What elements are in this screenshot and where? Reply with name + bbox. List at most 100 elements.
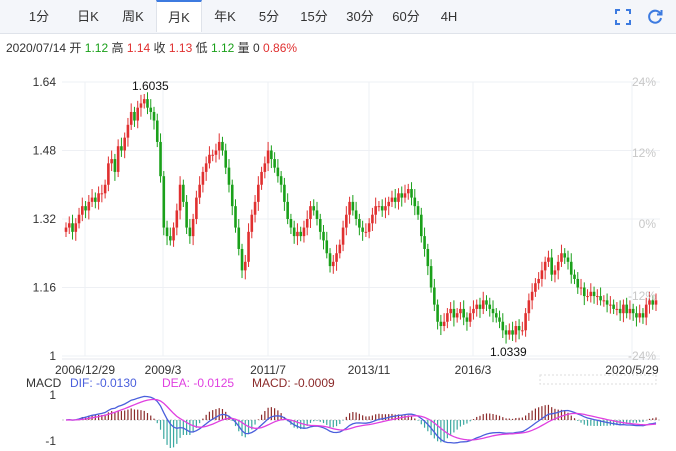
candle bbox=[136, 100, 140, 129]
candle bbox=[302, 220, 306, 243]
candle-body bbox=[504, 330, 508, 335]
candle-body bbox=[345, 214, 348, 228]
candle-body bbox=[420, 214, 423, 237]
candle-body bbox=[116, 146, 120, 172]
candle bbox=[638, 304, 642, 323]
candle bbox=[116, 139, 120, 178]
candle-body bbox=[410, 189, 413, 198]
candle-body bbox=[230, 184, 234, 207]
candle bbox=[508, 323, 511, 340]
candle bbox=[80, 197, 84, 222]
candle-body bbox=[103, 184, 107, 194]
candle bbox=[563, 248, 567, 264]
candle-body bbox=[286, 201, 289, 219]
candle bbox=[243, 254, 247, 280]
candle bbox=[488, 297, 492, 317]
candle bbox=[165, 220, 169, 246]
candle-body bbox=[609, 304, 612, 306]
candle bbox=[94, 192, 97, 209]
candle bbox=[459, 302, 462, 320]
candle-body bbox=[165, 227, 169, 237]
candle-body bbox=[302, 227, 306, 237]
candle-body bbox=[508, 330, 511, 335]
x-tick-label: 2020/5/29 bbox=[605, 363, 659, 377]
candle bbox=[501, 313, 505, 339]
candle-body bbox=[100, 193, 104, 195]
candle bbox=[384, 197, 387, 219]
candle bbox=[142, 93, 146, 109]
candle-body bbox=[305, 219, 309, 228]
candle bbox=[596, 289, 599, 306]
candle bbox=[615, 302, 619, 316]
candle bbox=[266, 141, 270, 172]
candle-body bbox=[501, 321, 505, 331]
candle-body bbox=[459, 308, 462, 314]
candle-body bbox=[77, 214, 81, 224]
candle-body bbox=[354, 210, 358, 219]
candle bbox=[498, 310, 501, 329]
candle-body bbox=[494, 313, 498, 318]
candle bbox=[224, 143, 228, 175]
candle bbox=[481, 291, 485, 315]
candle bbox=[393, 189, 397, 209]
candle bbox=[100, 184, 104, 203]
candle-body bbox=[540, 270, 544, 279]
candle-body bbox=[107, 163, 110, 185]
candle bbox=[172, 222, 175, 247]
candle-body bbox=[325, 240, 329, 254]
macd-legend-macd: MACD: -0.0009 bbox=[252, 376, 335, 390]
candle-body bbox=[129, 111, 133, 125]
candle-body bbox=[560, 253, 563, 262]
candle-body bbox=[169, 236, 172, 241]
candle bbox=[609, 296, 612, 314]
pct-tick-label: 24% bbox=[632, 75, 656, 89]
candle-body bbox=[530, 291, 534, 301]
candle bbox=[387, 196, 391, 216]
candle bbox=[113, 153, 117, 181]
candle bbox=[475, 299, 479, 317]
candle-body bbox=[309, 206, 312, 219]
candle bbox=[292, 220, 296, 244]
candle bbox=[465, 312, 469, 331]
candle-body bbox=[462, 308, 465, 318]
candle bbox=[504, 325, 508, 344]
candle-body bbox=[84, 206, 87, 211]
candle bbox=[494, 308, 498, 323]
candle-body bbox=[315, 210, 319, 219]
candle-body bbox=[292, 227, 296, 237]
candle bbox=[462, 300, 465, 326]
macd-y-tick: 1 bbox=[49, 388, 56, 402]
candle-body bbox=[162, 176, 166, 228]
candle-body bbox=[270, 150, 273, 160]
candle-body bbox=[566, 257, 570, 262]
candle-body bbox=[185, 201, 188, 228]
candle-body bbox=[465, 317, 469, 322]
candle bbox=[602, 295, 606, 307]
candle-body bbox=[569, 261, 573, 275]
candle-body bbox=[67, 223, 71, 228]
candle bbox=[237, 219, 241, 256]
candle-body bbox=[586, 296, 589, 298]
price-annotation: 1.6035 bbox=[132, 79, 169, 93]
candle-body bbox=[449, 308, 452, 314]
price-chart[interactable]: 1.64 1.48 1.32 1.16 1 24% 12% 0% -12% -24% 2006/12… bbox=[0, 0, 676, 451]
candle-body bbox=[221, 141, 224, 151]
candle-body bbox=[491, 308, 495, 314]
candle bbox=[622, 299, 625, 323]
candle bbox=[468, 306, 472, 327]
candle-body bbox=[64, 227, 68, 232]
candlestick-series bbox=[64, 92, 658, 344]
candle-body bbox=[283, 184, 286, 202]
candle bbox=[240, 243, 244, 279]
candle-body bbox=[638, 313, 642, 318]
candle bbox=[71, 214, 74, 240]
candle bbox=[348, 196, 351, 224]
candle-body bbox=[195, 197, 198, 219]
candle-body bbox=[472, 308, 475, 314]
candle bbox=[524, 308, 527, 337]
macd-legend-dea: DEA: -0.0125 bbox=[162, 376, 234, 390]
candle bbox=[449, 302, 452, 321]
candle bbox=[345, 206, 348, 236]
candle-body bbox=[644, 304, 648, 318]
candle-body bbox=[367, 223, 371, 232]
